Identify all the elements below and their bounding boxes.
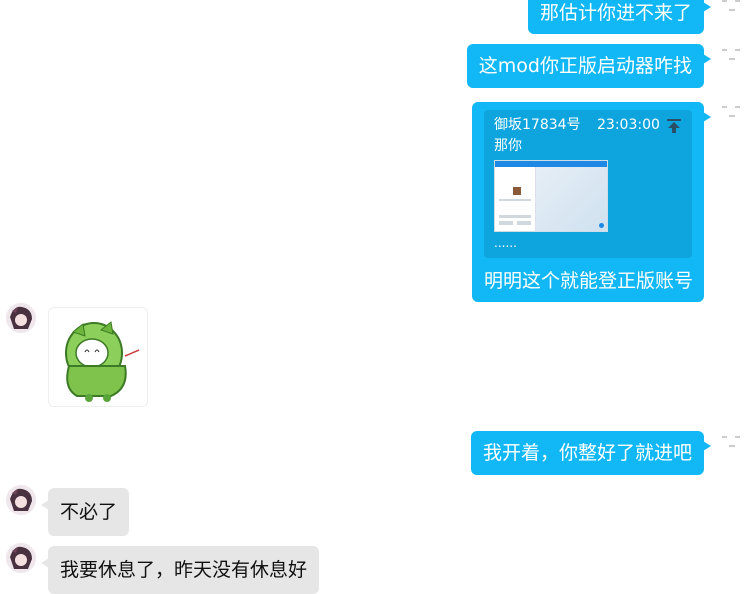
- status-icon: [722, 0, 740, 11]
- incoming-message[interactable]: 我要休息了，昨天没有休息好: [40, 546, 320, 594]
- quote-more: ......: [494, 236, 517, 250]
- reply-quote[interactable]: 御坂17834号 23:03:00 那你 ......: [484, 110, 692, 258]
- quote-text: 那你: [494, 138, 522, 154]
- status-icon: [722, 49, 740, 60]
- avatar[interactable]: [6, 543, 36, 573]
- message-text: 我要休息了，昨天没有休息好: [60, 559, 308, 581]
- message-text: 我开着，你整好了就进吧: [482, 442, 692, 464]
- upload-arrow-icon[interactable]: [666, 118, 682, 134]
- quote-screenshot-thumbnail[interactable]: [494, 160, 608, 232]
- outgoing-reply-message[interactable]: 御坂17834号 23:03:00 那你 ...... 明明这个就能登正版账号: [472, 102, 711, 302]
- status-icon: [722, 106, 740, 117]
- message-text: 不必了: [60, 501, 118, 523]
- quote-header: 御坂17834号 23:03:00: [494, 116, 682, 134]
- status-icon: [722, 436, 740, 447]
- quote-time: 23:03:00: [597, 117, 660, 133]
- outgoing-message[interactable]: 我开着，你整好了就进吧: [470, 431, 712, 475]
- sticker-image[interactable]: [48, 307, 148, 407]
- avatar[interactable]: [6, 303, 36, 333]
- outgoing-message[interactable]: 那估计你进不来了: [527, 0, 712, 34]
- quote-sender: 御坂17834号: [494, 117, 581, 133]
- message-text: 那估计你进不来了: [539, 2, 692, 24]
- incoming-message[interactable]: 不必了: [40, 488, 130, 536]
- outgoing-message[interactable]: 这mod你正版启动器咋找: [466, 44, 712, 88]
- message-text: 这mod你正版启动器咋找: [478, 55, 692, 77]
- message-text: 明明这个就能登正版账号: [484, 270, 694, 292]
- avatar[interactable]: [6, 485, 36, 515]
